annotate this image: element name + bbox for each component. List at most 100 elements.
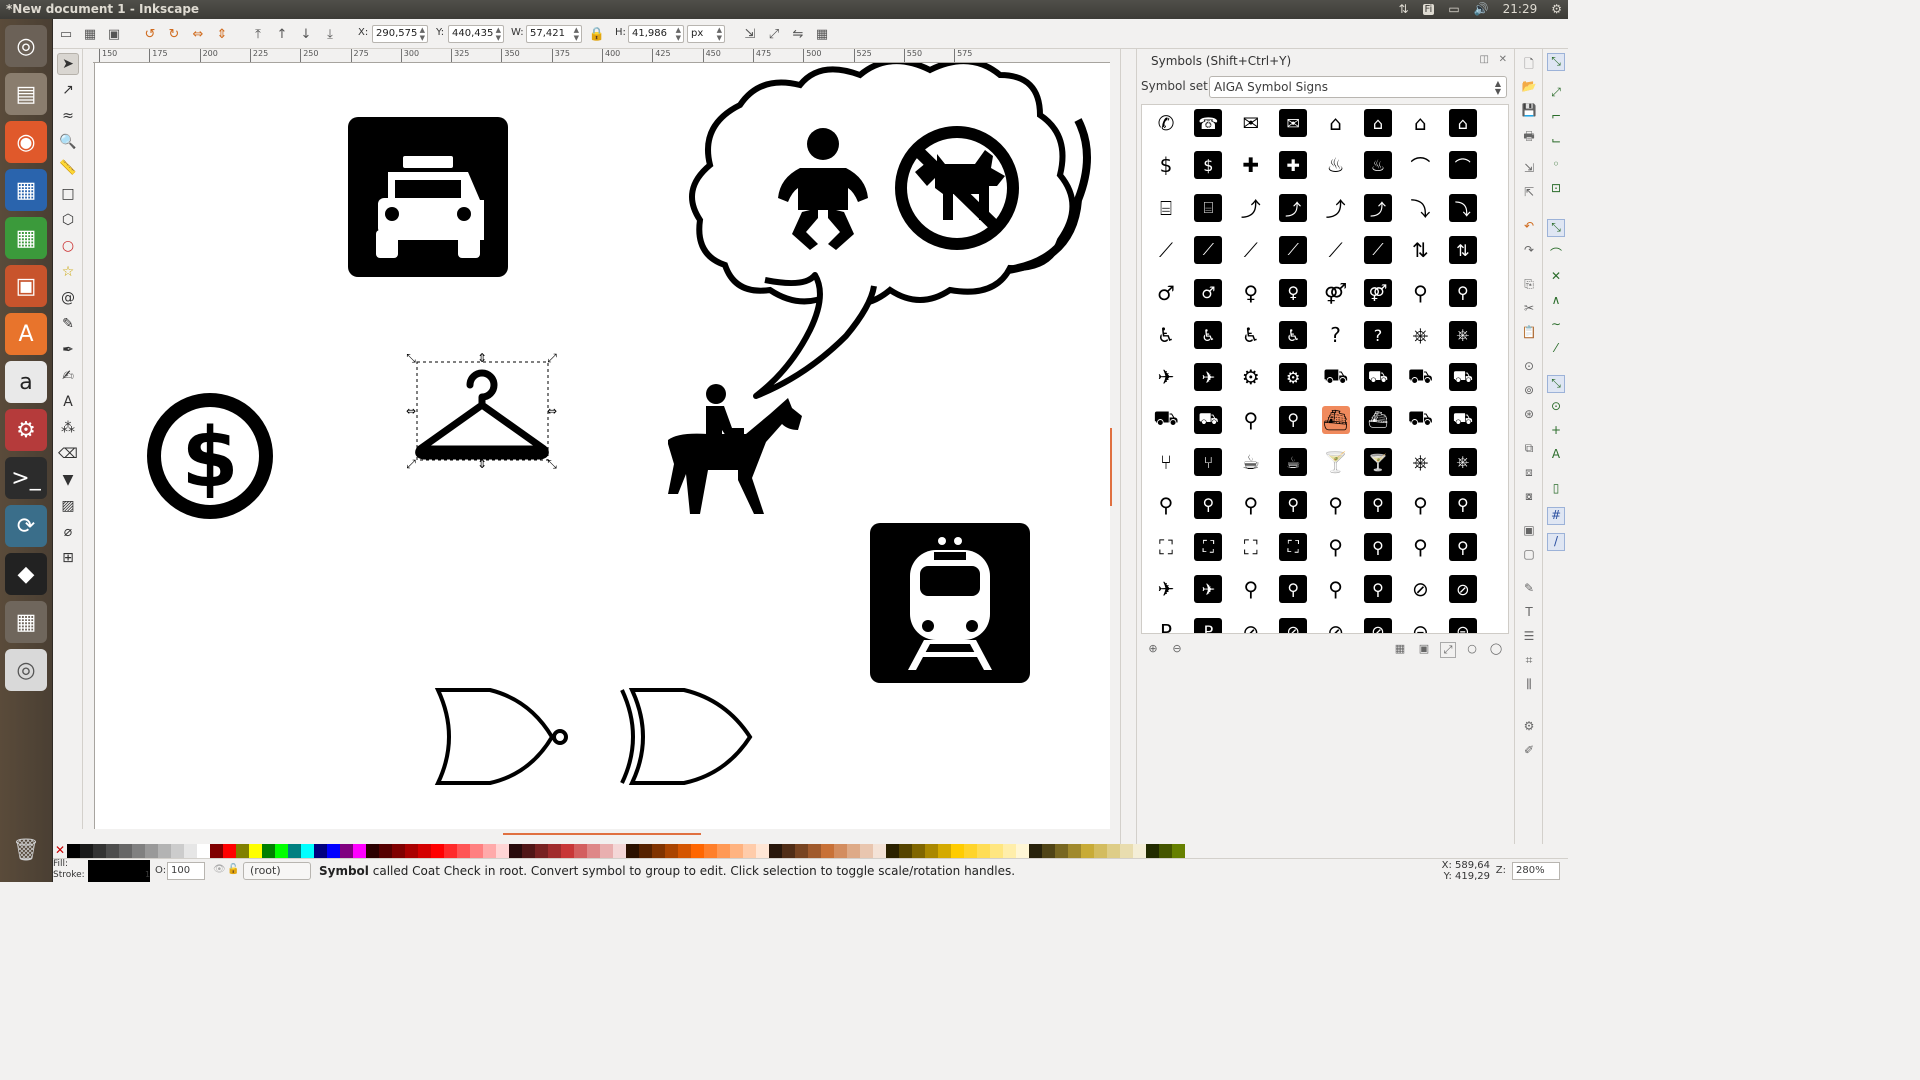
palette-swatch[interactable] [288,844,301,858]
trash-icon[interactable]: 🗑 [5,829,47,871]
redo-icon[interactable]: ↷ [1520,243,1538,261]
symbol-item[interactable]: ⊘ [1237,618,1265,633]
volume-icon[interactable]: 🔊 [1474,2,1489,16]
bucket-tool-icon[interactable]: ▼ [57,469,79,491]
transform-patterns-icon[interactable]: ▦ [813,25,831,43]
palette-swatch[interactable] [483,844,496,858]
palette-swatch[interactable] [106,844,119,858]
symbol-item[interactable]: ⛟ [1406,406,1434,434]
symbol-item[interactable]: ⤴ [1322,194,1350,222]
symbol-grid[interactable]: ✆ ☎ ✉ ✉ ⌂ ⌂ ⌂ ⌂ $ $ ✚ ✚ ♨ ♨ ⌒ ⌒ ⌸ ⌸ ⤴ ⤴ ⤴ ⤴ ⤵ ⤵ ⟋ ⟋ ⟋ ⟋ ⟋ ⟋ ⇅ ⇅ ♂ ♂ ♀ ♀ ⚤ ⚤ ⚲ ⚲… [1141,104,1509,634]
stroke-width-value[interactable]: 1 [145,870,150,879]
palette-swatch[interactable] [1172,844,1185,858]
amazon-icon[interactable]: a [5,361,47,403]
selector-tool-icon[interactable]: ➤ [57,53,79,75]
symbol-item[interactable]: ⚲ [1448,278,1477,307]
snap-line-midpoint-icon[interactable]: ⁄ [1547,341,1565,359]
symbol-item[interactable]: $ [1194,151,1223,180]
symbol-item[interactable]: ⤴ [1364,193,1392,222]
symbol-item[interactable]: ⚲ [1448,533,1477,561]
symbol-item[interactable]: ⤵ [1406,194,1434,222]
palette-swatch[interactable] [600,844,613,858]
symbol-item[interactable]: ⟋ [1322,236,1350,264]
symbol-item[interactable]: ✈ [1152,575,1180,603]
battery-icon[interactable]: ▭ [1448,2,1459,16]
symbol-item[interactable]: ⚲ [1237,406,1265,434]
lower-to-bottom-icon[interactable]: ⤓ [321,25,339,43]
palette-swatch[interactable] [470,844,483,858]
visibility-icon[interactable]: 👁 [213,864,226,875]
zoom-out-icon[interactable]: ○ [1464,642,1480,658]
paste-icon[interactable]: 📋 [1520,325,1538,343]
symbol-item[interactable]: ⟋ [1194,236,1223,265]
palette-swatch[interactable] [1159,844,1172,858]
clone-icon[interactable]: ⧈ [1520,465,1538,483]
palette-swatch[interactable] [587,844,600,858]
cashier-symbol[interactable]: $ [147,393,273,519]
palette-swatch[interactable] [704,844,717,858]
palette-swatch[interactable] [561,844,574,858]
palette-swatch[interactable] [145,844,158,858]
palette-swatch[interactable] [418,844,431,858]
palette-swatch[interactable] [366,844,379,858]
palette-swatch[interactable] [93,844,106,858]
pencil-tool-icon[interactable]: ✎ [57,313,79,335]
palette-swatch[interactable] [249,844,262,858]
palette-swatch[interactable] [574,844,587,858]
symbol-item[interactable]: ⛟ [1406,363,1434,391]
snap-others-icon[interactable]: ⤡ [1547,375,1565,393]
palette-swatch[interactable] [1068,844,1081,858]
palette-swatch[interactable] [405,844,418,858]
calc-icon[interactable]: ▦ [5,217,47,259]
symbol-item[interactable]: ⎈ [1448,448,1477,477]
dialog-close-icon[interactable]: ✕ [1499,54,1507,65]
gradient-tool-icon[interactable]: ▨ [57,495,79,517]
palette-swatch[interactable] [873,844,886,858]
layers-icon[interactable]: ☰ [1520,629,1538,647]
palette-swatch[interactable] [379,844,392,858]
palette-swatch[interactable] [743,844,756,858]
xml-editor-icon[interactable]: ⌗ [1520,653,1538,671]
nor-gate-shape[interactable] [434,688,568,785]
symbol-item[interactable]: ⛟ [1194,405,1223,434]
symbol-item[interactable]: ♿ [1194,321,1223,349]
palette-swatch[interactable] [444,844,457,858]
dock-handle[interactable] [1120,49,1136,844]
group-icon[interactable]: ▣ [1520,523,1538,541]
star-tool-icon[interactable]: ☆ [57,261,79,283]
scale-stroke-icon[interactable]: ⇲ [741,25,759,43]
symbol-item[interactable]: ⤵ [1448,193,1477,222]
palette-swatch[interactable] [990,844,1003,858]
lock-icon[interactable]: 🔓 [227,864,239,875]
save-icon[interactable]: 💾 [1520,103,1538,121]
symbol-item[interactable]: ⊘ [1406,575,1434,603]
symbol-item[interactable]: ⚲ [1279,575,1308,604]
snap-grid-icon[interactable]: # [1547,507,1565,525]
layer-select[interactable]: (root) [243,862,311,880]
symbol-item[interactable]: ☕ [1237,448,1265,476]
symbol-item[interactable]: ⚲ [1448,490,1477,519]
deselect-icon[interactable]: ▣ [105,25,123,43]
symbol-item[interactable]: ⌒ [1406,151,1434,179]
keyboard-indicator[interactable]: Fi [1422,3,1435,15]
symbol-item[interactable]: ? [1364,321,1392,349]
copy-icon[interactable]: ⎘ [1520,277,1538,295]
symbol-item[interactable]: ⚲ [1322,575,1350,603]
snap-page-border-icon[interactable]: ▯ [1547,481,1565,499]
zoom-drawing-icon[interactable]: ⊚ [1520,383,1538,401]
xor-gate-shape[interactable] [620,688,753,785]
palette-swatch[interactable] [210,844,223,858]
fit-symbol-icon[interactable]: ⤢ [1440,642,1456,658]
palette-swatch[interactable] [834,844,847,858]
palette-swatch[interactable] [314,844,327,858]
w-input[interactable]: 57,421 ▲ ▼ [526,25,582,43]
dvd-icon[interactable]: ◎ [5,649,47,691]
snap-bbox-corner-icon[interactable]: ⌙ [1547,133,1565,151]
add-symbol-icon[interactable]: ⊕ [1145,642,1161,658]
palette-swatch[interactable] [912,844,925,858]
palette-swatch[interactable] [184,844,197,858]
palette-swatch[interactable] [730,844,743,858]
palette-swatch[interactable] [353,844,366,858]
text-tool-icon[interactable]: A [57,391,79,413]
horizontal-scroll-thumb[interactable] [503,833,701,835]
